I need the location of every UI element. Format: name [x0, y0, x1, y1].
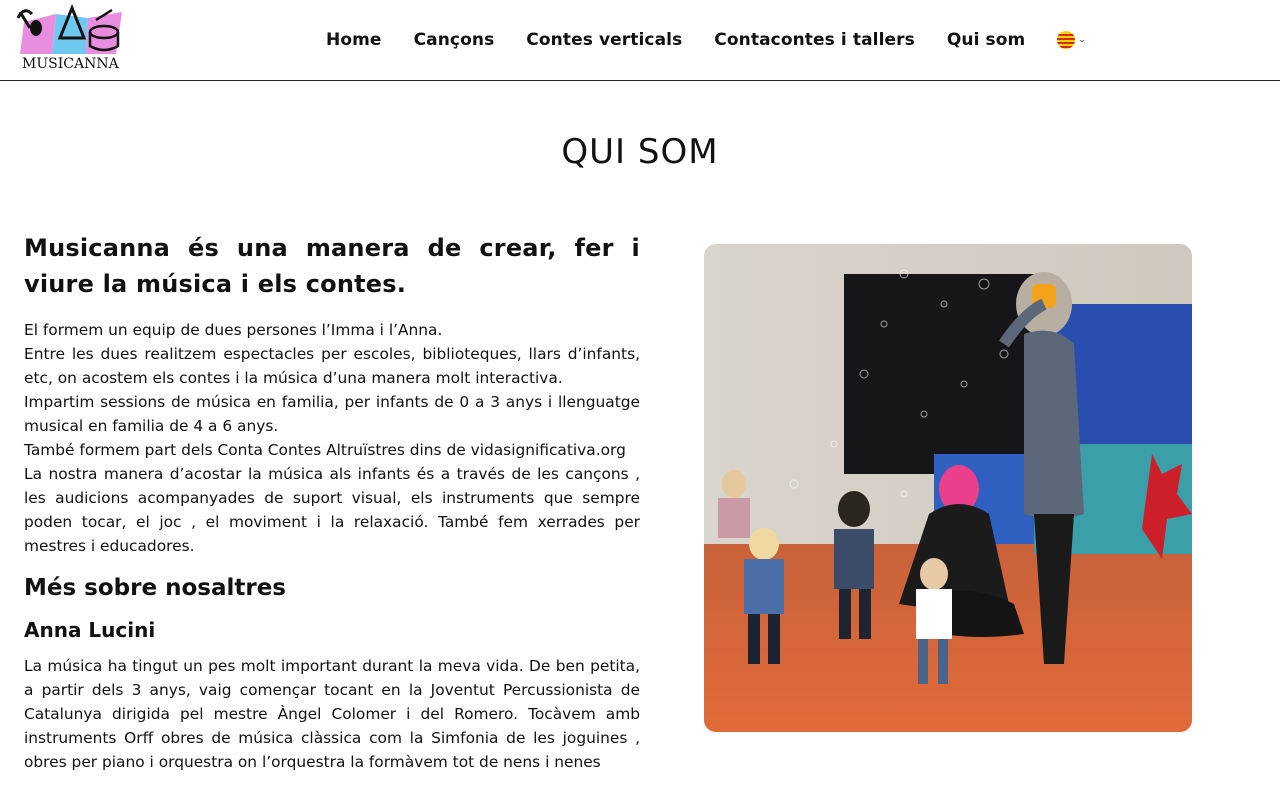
person-name: Anna Lucini [24, 618, 156, 642]
nav-contacontes-tallers[interactable]: Contacontes i tallers [714, 28, 915, 52]
paragraph: Entre les dues realitzem espectacles per… [24, 345, 640, 387]
instruments-logo-icon [16, 3, 122, 54]
section-title: Més sobre nosaltres [24, 575, 286, 601]
chevron-down-icon: ⌄ [1078, 35, 1086, 45]
paragraph: La nostra manera d’acostar la música als… [24, 465, 640, 555]
headline: Musicanna és una manera de crear, fer i … [24, 234, 640, 298]
nav-home[interactable]: Home [326, 28, 382, 52]
nav-cancons[interactable]: Cançons [414, 28, 495, 52]
logo-text: MUSICANNA [22, 56, 119, 72]
main-nav: Home Cançons Contes verticals Contaconte… [310, 28, 1086, 52]
catalan-flag-icon [1057, 31, 1076, 49]
nav-contes-verticals[interactable]: Contes verticals [526, 28, 682, 52]
site-header: MUSICANNA Home Cançons Contes verticals … [0, 0, 1280, 81]
children-bubbles-photo [704, 244, 1192, 732]
page-title: QUI SOM [561, 132, 719, 172]
person-bio: La música ha tingut un pes molt importan… [24, 657, 640, 771]
paragraph: El formem un equip de dues persones l’Im… [24, 321, 443, 339]
paragraph: També formem part dels Conta Contes Altr… [24, 441, 626, 459]
nav-qui-som[interactable]: Qui som [947, 28, 1026, 52]
paragraph: Impartim sessions de música en familia, … [24, 393, 640, 435]
language-selector[interactable]: ⌄ [1057, 31, 1086, 49]
group-photo [704, 244, 1192, 732]
about-content: Musicanna és una manera de crear, fer i … [24, 230, 640, 774]
